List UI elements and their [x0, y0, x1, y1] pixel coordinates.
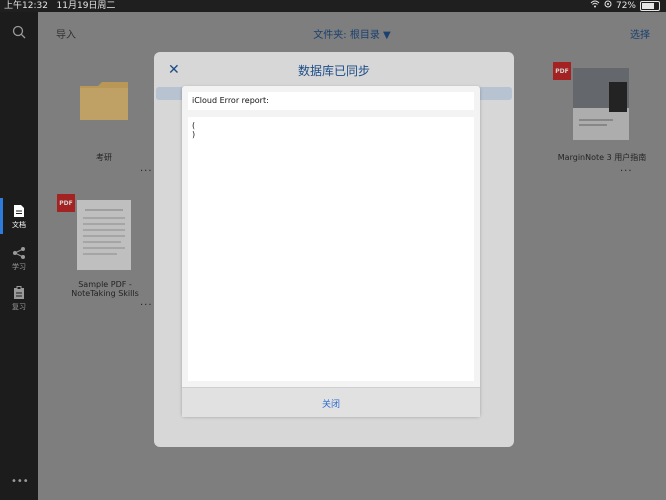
sidebar-item-documents[interactable]: 文档 [0, 198, 38, 236]
battery-fill [642, 3, 654, 9]
sidebar-item-label: 学习 [12, 263, 26, 271]
more-icon[interactable]: ••• [11, 476, 29, 487]
study-icon [12, 246, 26, 262]
alert-body-line: ( [192, 121, 196, 130]
alert-close-button[interactable]: 关闭 [182, 397, 480, 410]
battery-percent: 72% [615, 1, 636, 11]
alert-body-line: ) [192, 130, 196, 139]
icloud-error-alert: iCloud Error report: ( ) 关闭 [182, 86, 480, 417]
review-icon [13, 286, 25, 302]
alert-footer: 关闭 [182, 387, 480, 417]
status-time-date: 上午12:32 11月19日周二 [4, 0, 115, 12]
status-date: 11月19日周二 [56, 1, 116, 11]
status-time: 上午12:32 [4, 1, 48, 11]
sidebar: 文档 学习 复习 ••• [0, 12, 38, 500]
status-bar: 上午12:32 11月19日周二 72% [0, 0, 666, 12]
search-icon[interactable] [12, 24, 26, 43]
sidebar-item-label: 复习 [12, 303, 26, 311]
sidebar-item-label: 文档 [12, 221, 26, 229]
location-icon [604, 0, 612, 12]
alert-header: iCloud Error report: [188, 92, 474, 110]
sidebar-item-study[interactable]: 学习 [0, 240, 38, 278]
battery-icon [640, 1, 660, 11]
document-icon [13, 204, 25, 220]
sync-sheet-title: 数据库已同步 [297, 64, 370, 78]
sidebar-item-review[interactable]: 复习 [0, 280, 38, 318]
alert-body: ( ) [188, 117, 474, 381]
wifi-icon [590, 0, 600, 12]
status-indicators: 72% [590, 0, 660, 12]
